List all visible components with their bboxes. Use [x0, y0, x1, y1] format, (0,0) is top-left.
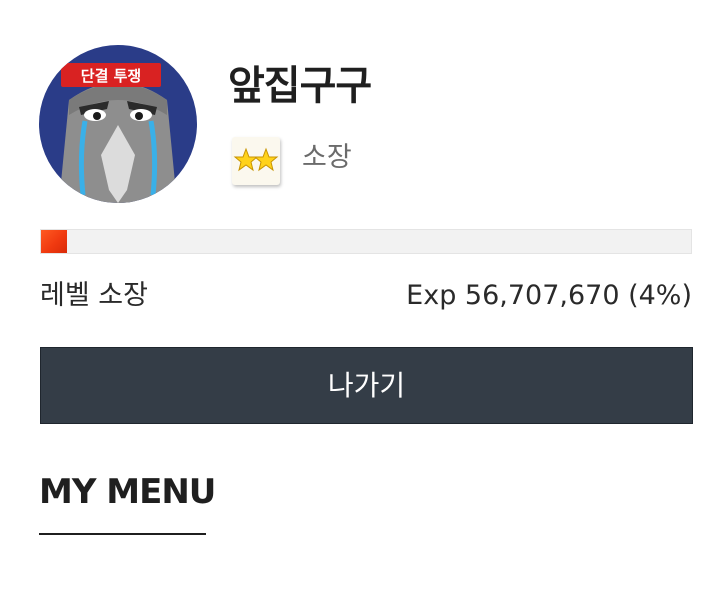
level-label: 레벨 소장 [40, 280, 148, 311]
avatar-banner-text: 단결 투쟁 [81, 67, 141, 85]
rank-label: 소장 [302, 142, 352, 173]
two-stars-icon [232, 137, 280, 185]
nickname: 앞집구구 [228, 63, 372, 109]
exp-progress-bar [40, 229, 692, 254]
exit-button[interactable]: 나가기 [40, 347, 693, 424]
my-menu-underline [39, 533, 206, 535]
exp-progress-fill [41, 230, 67, 253]
exp-value: Exp 56,707,670 (4%) [406, 280, 692, 311]
my-menu-heading: MY MENU [39, 472, 216, 512]
avatar[interactable]: 단결 투쟁 [39, 45, 197, 203]
